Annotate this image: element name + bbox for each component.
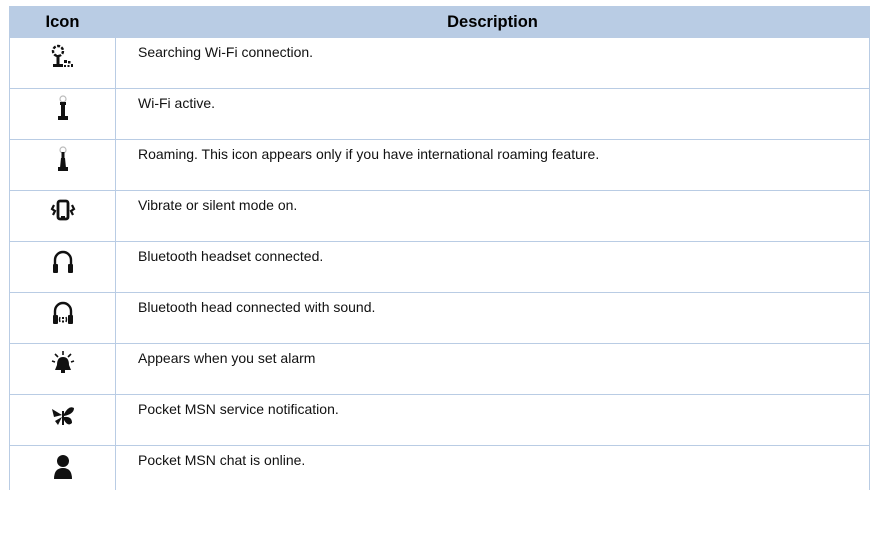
wifi-active-icon — [49, 95, 77, 123]
table-row: Bluetooth head connected with sound. — [9, 292, 870, 344]
wifi-searching-icon — [49, 44, 77, 72]
table-row: Roaming. This icon appears only if you h… — [9, 139, 870, 191]
row-description: Vibrate or silent mode on. — [115, 190, 870, 242]
icon-column-header: Icon — [9, 6, 116, 38]
table-row: Appears when you set alarm — [9, 343, 870, 395]
alarm-bell-icon — [49, 350, 77, 378]
row-description: Appears when you set alarm — [115, 343, 870, 395]
table-row: Searching Wi-Fi connection. — [9, 37, 870, 89]
description-column-header: Description — [115, 6, 870, 38]
table-row: Pocket MSN chat is online. — [9, 445, 870, 490]
row-description: Bluetooth head connected with sound. — [115, 292, 870, 344]
roaming-icon — [49, 146, 77, 174]
row-description: Roaming. This icon appears only if you h… — [115, 139, 870, 191]
table-row: Vibrate or silent mode on. — [9, 190, 870, 242]
row-description: Searching Wi-Fi connection. — [115, 37, 870, 89]
row-description: Bluetooth headset connected. — [115, 241, 870, 293]
row-description: Wi-Fi active. — [115, 88, 870, 140]
row-description: Pocket MSN chat is online. — [115, 445, 870, 490]
table-row: Wi-Fi active. — [9, 88, 870, 140]
vibrate-icon — [49, 197, 77, 225]
icon-description-table: Icon Description Searching Wi-Fi connect… — [9, 6, 870, 490]
table-row: Bluetooth headset connected. — [9, 241, 870, 293]
headset-sound-icon — [49, 299, 77, 327]
row-description: Pocket MSN service notification. — [115, 394, 870, 446]
msn-chat-person-icon — [49, 452, 77, 480]
msn-butterfly-icon — [49, 401, 77, 429]
table-header-row: Icon Description — [9, 6, 870, 38]
table-row: Pocket MSN service notification. — [9, 394, 870, 446]
headset-icon — [49, 248, 77, 276]
